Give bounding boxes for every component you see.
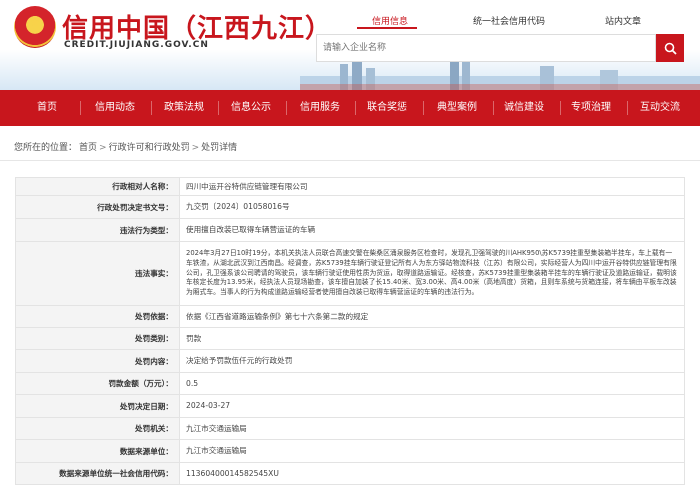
detail-label: 罚款金额（万元）： bbox=[15, 372, 180, 395]
nav-interaction[interactable]: 互动交流 bbox=[630, 90, 690, 126]
detail-value: 2024年3月27日10时19分，本机关执法人员联合高速交警在柴桑区涌泉服务区检… bbox=[179, 241, 685, 306]
detail-row: 行政处罚决定书文号： 九交罚〔2024〕01058016号 bbox=[15, 195, 685, 219]
search-button[interactable] bbox=[656, 34, 684, 62]
nav-divider bbox=[423, 101, 424, 115]
top-link-credit-code[interactable]: 统一社会信用代码 bbox=[473, 14, 545, 27]
breadcrumb-licensing-penalties[interactable]: 行政许可和行政处罚 bbox=[109, 143, 190, 153]
site-header: ★ 信用中国（江西九江） CREDIT.JIUJIANG.GOV.CN 信用信息… bbox=[0, 0, 700, 90]
detail-label: 行政处罚决定书文号： bbox=[15, 195, 180, 219]
detail-row: 处罚依据： 依据《江西省道路运输条例》第七十六条第二款的规定 bbox=[15, 305, 685, 328]
search-input[interactable] bbox=[317, 35, 655, 61]
search-box bbox=[316, 34, 656, 62]
detail-row: 处罚内容： 决定给予罚款伍仟元的行政处罚 bbox=[15, 349, 685, 373]
detail-value: 罚款 bbox=[179, 327, 685, 350]
top-link-site-articles[interactable]: 站内文章 bbox=[605, 14, 641, 27]
nav-public-info[interactable]: 信息公示 bbox=[221, 90, 281, 126]
detail-value: 四川中运开谷特供应链管理有限公司 bbox=[179, 177, 685, 196]
national-emblem-logo[interactable]: ★ bbox=[14, 6, 56, 48]
nav-special-governance[interactable]: 专项治理 bbox=[561, 90, 621, 126]
detail-label: 数据来源单位： bbox=[15, 439, 180, 463]
nav-divider bbox=[218, 101, 219, 115]
search-icon bbox=[664, 42, 677, 55]
nav-home[interactable]: 首页 bbox=[17, 90, 77, 126]
detail-value: 使用擅自改装已取得车辆营运证的车辆 bbox=[179, 218, 685, 242]
detail-label: 违法行为类型： bbox=[15, 218, 180, 242]
detail-label: 处罚机关： bbox=[15, 417, 180, 440]
breadcrumb-separator: > bbox=[99, 143, 107, 153]
nav-credit-news[interactable]: 信用动态 bbox=[85, 90, 145, 126]
detail-value: 0.5 bbox=[179, 372, 685, 395]
detail-row: 处罚机关： 九江市交通运输局 bbox=[15, 417, 685, 440]
breadcrumb: 您所在的位置： 首页 > 行政许可和行政处罚 > 处罚详情 bbox=[14, 140, 239, 153]
nav-credit-service[interactable]: 信用服务 bbox=[290, 90, 350, 126]
detail-value: 11360400014582545XU bbox=[179, 462, 685, 485]
nav-policies[interactable]: 政策法规 bbox=[154, 90, 214, 126]
nav-divider bbox=[151, 101, 152, 115]
detail-value: 决定给予罚款伍仟元的行政处罚 bbox=[179, 349, 685, 373]
penalty-detail-table: 行政相对人名称： 四川中运开谷特供应链管理有限公司 行政处罚决定书文号： 九交罚… bbox=[15, 177, 685, 485]
detail-label: 数据来源单位统一社会信用代码： bbox=[15, 462, 180, 485]
detail-label: 处罚决定日期： bbox=[15, 394, 180, 418]
detail-row: 行政相对人名称： 四川中运开谷特供应链管理有限公司 bbox=[15, 177, 685, 196]
detail-value: 九江市交通运输局 bbox=[179, 439, 685, 463]
detail-value: 九交罚〔2024〕01058016号 bbox=[179, 195, 685, 219]
detail-label: 处罚依据： bbox=[15, 305, 180, 328]
detail-value: 九江市交通运输局 bbox=[179, 417, 685, 440]
detail-value: 依据《江西省道路运输条例》第七十六条第二款的规定 bbox=[179, 305, 685, 328]
main-nav: 首页 信用动态 政策法规 信息公示 信用服务 联合奖惩 典型案例 诚信建设 专项… bbox=[0, 90, 700, 126]
top-links: 信用信息 统一社会信用代码 站内文章 bbox=[355, 14, 700, 28]
detail-row: 罚款金额（万元）： 0.5 bbox=[15, 372, 685, 395]
detail-label: 处罚内容： bbox=[15, 349, 180, 373]
nav-rewards-punishments[interactable]: 联合奖惩 bbox=[357, 90, 417, 126]
nav-divider bbox=[627, 101, 628, 115]
detail-row: 违法行为类型： 使用擅自改装已取得车辆营运证的车辆 bbox=[15, 218, 685, 242]
site-domain: CREDIT.JIUJIANG.GOV.CN bbox=[64, 40, 209, 50]
detail-row: 处罚决定日期： 2024-03-27 bbox=[15, 394, 685, 418]
breadcrumb-current: 处罚详情 bbox=[201, 143, 238, 153]
top-link-credit-info[interactable]: 信用信息 bbox=[372, 14, 408, 27]
nav-typical-cases[interactable]: 典型案例 bbox=[427, 90, 487, 126]
nav-divider bbox=[355, 101, 356, 115]
emblem-star: ★ bbox=[29, 15, 41, 29]
breadcrumb-separator: > bbox=[191, 143, 200, 153]
detail-row: 违法事实： 2024年3月27日10时19分，本机关执法人员联合高速交警在柴桑区… bbox=[15, 241, 685, 306]
detail-row: 数据来源单位： 九江市交通运输局 bbox=[15, 439, 685, 463]
nav-divider bbox=[286, 101, 287, 115]
nav-integrity-building[interactable]: 诚信建设 bbox=[494, 90, 554, 126]
detail-label: 处罚类别： bbox=[15, 327, 180, 350]
detail-value: 2024-03-27 bbox=[179, 394, 685, 418]
detail-label: 违法事实： bbox=[15, 241, 180, 306]
active-tab-indicator bbox=[357, 27, 417, 29]
breadcrumb-home[interactable]: 首页 bbox=[79, 143, 97, 153]
breadcrumb-divider bbox=[0, 160, 700, 161]
detail-row: 处罚类别： 罚款 bbox=[15, 327, 685, 350]
detail-row: 数据来源单位统一社会信用代码： 11360400014582545XU bbox=[15, 462, 685, 485]
breadcrumb-prefix: 您所在的位置： bbox=[14, 143, 78, 153]
nav-divider bbox=[80, 101, 81, 115]
detail-label: 行政相对人名称： bbox=[15, 177, 180, 196]
